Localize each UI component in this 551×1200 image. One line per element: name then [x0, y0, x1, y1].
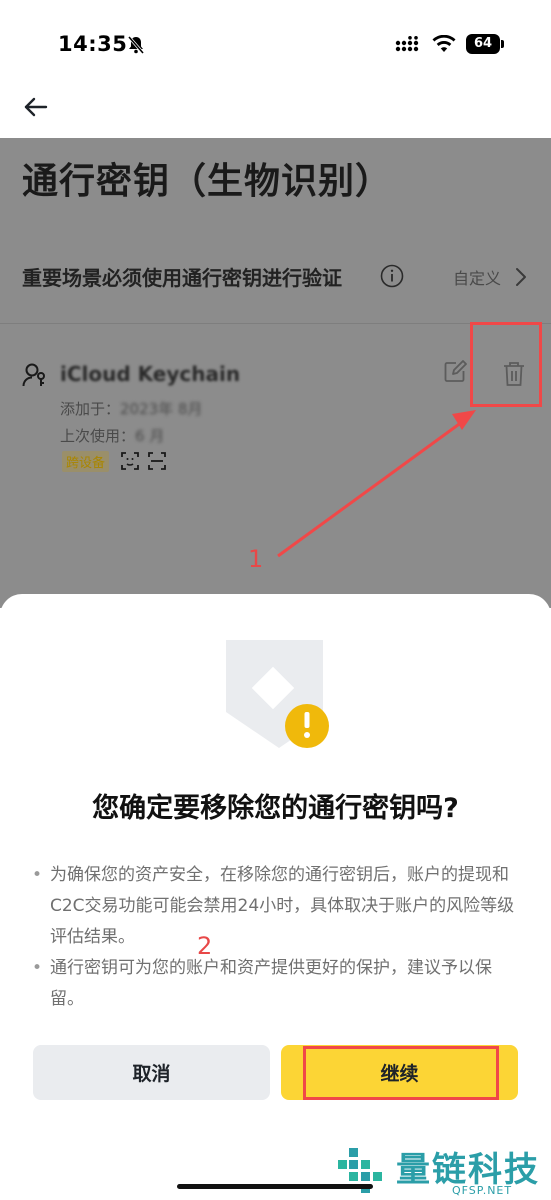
scan-frame-icon [148, 452, 166, 470]
annotation-highlight-continue [303, 1046, 499, 1100]
custom-link[interactable]: 自定义 [453, 265, 501, 289]
watermark-subtext: QFSP.NET [452, 1184, 513, 1197]
dialog-bullet: 为确保您的资产安全，在移除您的通行密钥后，账户的提现和C2C交易功能可能会禁用2… [30, 860, 520, 953]
added-label: 添加于： [60, 400, 121, 418]
edit-icon[interactable] [443, 360, 467, 384]
dialog-bullets: 为确保您的资产安全，在移除您的通行密钥后，账户的提现和C2C交易功能可能会禁用2… [30, 860, 520, 1015]
face-scan-icon [121, 452, 139, 470]
back-arrow-icon[interactable] [22, 92, 52, 122]
annotation-highlight-trash [470, 322, 542, 407]
bell-muted-icon [127, 36, 145, 54]
status-time: 14:35 [58, 32, 128, 56]
status-bar: 14:35 64 [0, 0, 551, 90]
wifi-icon [432, 35, 456, 52]
last-used: 上次使用：6 月 [60, 425, 164, 446]
warning-illustration-icon [226, 640, 329, 748]
cancel-button[interactable]: 取消 [33, 1045, 270, 1100]
annotation-label-1: 1 [248, 545, 264, 573]
passkey-name: iCloud Keychain [60, 362, 241, 386]
dialog-title: 您确定要移除您的通行密钥吗? [92, 793, 459, 824]
user-key-icon [22, 363, 45, 387]
section-divider [0, 323, 551, 324]
dialog-bullet: 通行密钥可为您的账户和资产提供更好的保护，建议予以保留。 [30, 953, 520, 1015]
added-value: 2023年 8月 [120, 400, 203, 418]
watermark: 量链科技 QFSP.NET [334, 1138, 544, 1198]
added-date: 添加于：2023年 8月 [60, 398, 203, 419]
last-used-value: 6 月 [135, 427, 165, 445]
last-used-label: 上次使用： [60, 427, 136, 445]
verify-setting-label: 重要场景必须使用通行密钥进行验证 [22, 266, 342, 290]
annotation-label-2: 2 [197, 932, 213, 960]
info-icon[interactable] [380, 264, 404, 288]
chevron-right-icon [516, 268, 526, 286]
home-indicator[interactable] [177, 1184, 373, 1189]
battery-indicator: 64 [466, 34, 504, 54]
verify-setting-row[interactable]: 重要场景必须使用通行密钥进行验证 自定义 [22, 262, 532, 292]
battery-tip [501, 40, 504, 48]
cellular-signal-icon [395, 36, 419, 52]
cross-device-badge: 跨设备 [62, 451, 110, 472]
battery-level: 64 [466, 34, 500, 54]
page-title: 通行密钥（生物识别） [22, 161, 393, 202]
